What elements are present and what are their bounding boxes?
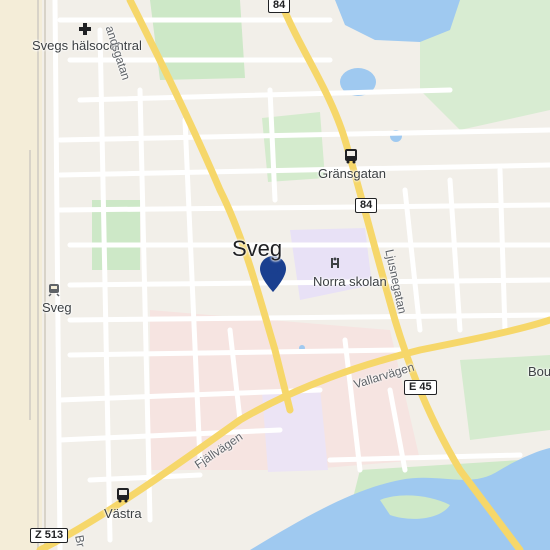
poi-partial-bou[interactable]: Bou (528, 364, 550, 379)
road-shield-z513: Z 513 (30, 528, 69, 543)
street-partial-br: Br (72, 534, 89, 549)
poi-bus-vastra[interactable]: Västra (104, 506, 142, 521)
bus-icon-vastra[interactable] (116, 487, 130, 503)
hospital-icon[interactable] (78, 22, 92, 36)
map-canvas[interactable]: Sveg Svegs hälsocentral Norra skolan Grä… (0, 0, 550, 550)
school-icon[interactable] (328, 256, 342, 270)
road-shield-84-mid: 84 (355, 198, 378, 213)
city-label: Sveg (232, 236, 283, 261)
train-icon[interactable] (48, 283, 60, 297)
poi-bus-gransgatan[interactable]: Gränsgatan (318, 166, 386, 181)
rail-area (0, 0, 42, 550)
road-shield-84-top: 84 (268, 0, 291, 13)
road-shield-e45: E 45 (404, 380, 437, 395)
bus-icon[interactable] (344, 148, 358, 164)
poi-health-center[interactable]: Svegs hälsocentral (32, 38, 142, 53)
poi-school[interactable]: Norra skolan (313, 274, 387, 289)
poi-train-station[interactable]: Sveg (42, 300, 72, 315)
